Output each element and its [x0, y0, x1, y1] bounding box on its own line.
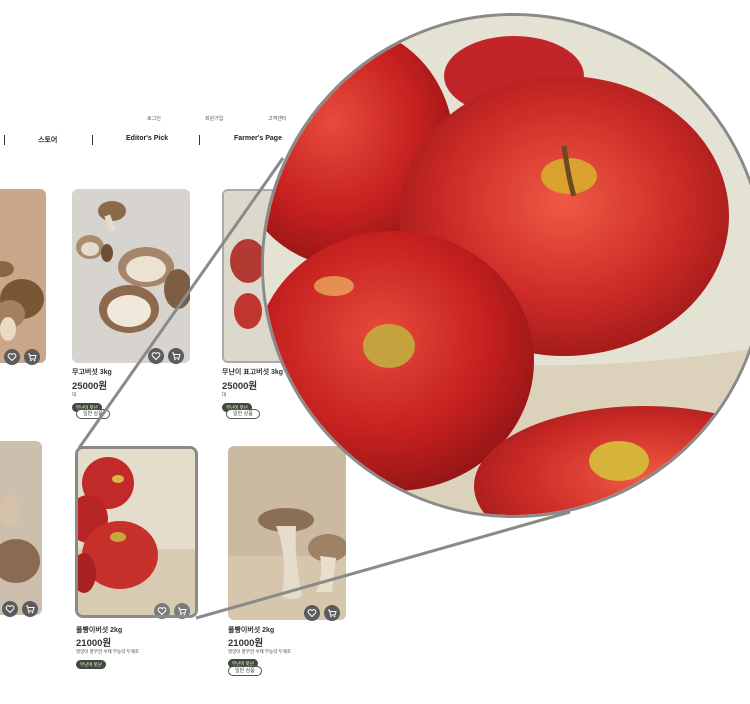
apple-closeup-image [264, 16, 750, 515]
zoom-lens [261, 13, 750, 518]
